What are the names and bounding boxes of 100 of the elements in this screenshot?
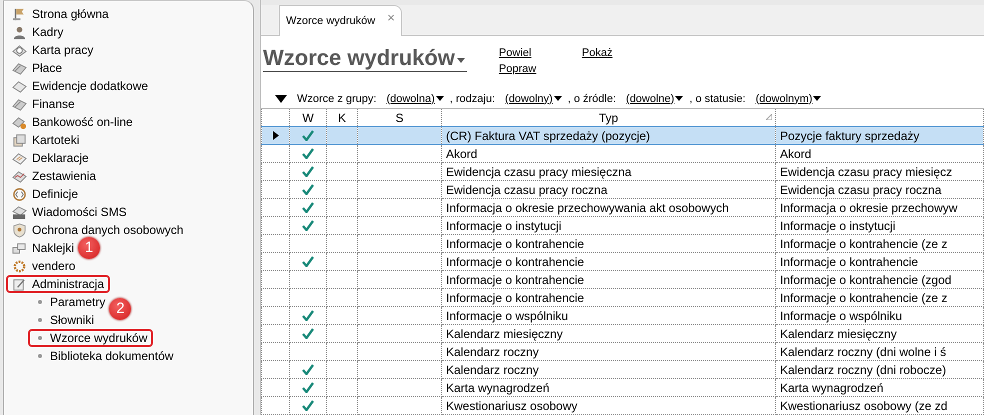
table-cell: Kalendarz roczny (dni wolne i ś [776,342,984,360]
table-cell: Ewidencja czasu pracy roczna [442,180,776,198]
checkbox-cell[interactable] [290,126,326,144]
table-row[interactable]: Informacje o kontrahencie Informacje o kontrahencie (zgod [262,270,984,288]
check-icon [302,184,314,195]
table-row[interactable]: Kwestionariusz osobowy Kwestionariusz osobowy (ze zd [262,396,984,414]
table-row[interactable]: Informacje o kontrahencie Informacje o kontrahencie [262,252,984,270]
table-cell: Kalendarz miesięczny [776,324,984,342]
sidebar-item[interactable]: Biblioteka dokumentów [28,347,180,365]
checkbox-cell[interactable] [290,180,326,198]
sidebar-item[interactable]: Bankowość on-line [6,113,139,131]
checkbox-cell[interactable] [290,234,326,252]
table-row[interactable]: Informacje o kontrahencie Informacje o kontrahencie (ze z [262,234,984,252]
check-icon [302,166,314,177]
checkbox-cell[interactable] [290,288,326,306]
column-header[interactable]: K [326,108,358,126]
sidebar-item[interactable]: Płace [6,59,68,77]
table-row[interactable]: Karta wynagrodzeń Karta wynagrodzeń [262,378,984,396]
checkbox-cell[interactable] [290,378,326,396]
checkbox-cell[interactable] [290,216,326,234]
sidebar-item[interactable]: Ewidencje dodatkowe [6,77,154,95]
checkbox-cell[interactable] [290,342,326,360]
table-row[interactable]: Informacje o wspólniku Informacje o wspólniku [262,306,984,324]
table-cell: Informacje o kontrahencie [442,288,776,306]
collapse-triangle-icon [275,94,287,103]
sidebar-item[interactable]: Strona główna [6,5,115,23]
sidebar-item[interactable]: Naklejki [6,239,80,257]
filter-label: , o źródle: [568,92,616,105]
sidebar-item[interactable]: Kartoteki [6,131,86,149]
sidebar-item[interactable]: Kadry [6,23,70,41]
table-cell: Kalendarz roczny [442,342,776,360]
sidebar-item[interactable]: Słowniki [28,311,100,329]
action-link[interactable]: Powiel [498,46,532,63]
table-row[interactable]: Ewidencja czasu pracy miesięczna Ewidencja czasu pracy miesięcz [262,162,984,180]
sort-icon [766,114,772,120]
table-cell: Kwestionariusz osobowy [442,396,776,414]
sidebar-item[interactable]: Ochrona danych osobowych [6,221,190,239]
page-title-dropdown[interactable]: Wzorce wydruków [263,46,467,72]
checkbox-cell[interactable] [290,396,326,414]
bullet-icon [38,318,42,322]
sidebar-item[interactable]: Wzorce wydruków [28,329,154,347]
table-cell: Informacje o kontrahencie [442,234,776,252]
table-cell: Ewidencja czasu pracy miesięczna [442,162,776,180]
sidebar-item[interactable]: Administracja [6,275,110,293]
bullet-icon [38,336,42,340]
gear-icon [12,258,27,274]
action-link[interactable]: Pokaż [582,46,612,63]
checkbox-cell[interactable] [290,324,326,342]
table-cell: Informacja o okresie przechowywania akt osobowych [442,198,776,216]
check-icon [302,220,314,231]
folders-icon [12,132,27,148]
filter-dropdown[interactable]: (dowolne) [626,92,684,105]
sidebar-item[interactable]: Wiadomości SMS [6,203,133,221]
table-row[interactable]: (CR) Faktura VAT sprzedaży (pozycje) Pozycje faktury sprzedaży [262,126,984,144]
sidebar-item[interactable]: Finanse [6,95,81,113]
checkbox-cell[interactable] [290,162,326,180]
close-icon[interactable]: × [387,10,395,25]
table-row[interactable]: Akord Akord [262,144,984,162]
table-cell: Informacje o kontrahencie [442,252,776,270]
sidebar-item[interactable]: Definicje [6,185,84,203]
table-cell: Pozycje faktury sprzedaży [776,126,984,144]
check-icon [302,202,314,213]
tab[interactable]: Wzorce wydruków × [279,4,402,36]
table-row[interactable]: Kalendarz roczny Kalendarz roczny (dni robocze) [262,360,984,378]
checkbox-cell[interactable] [290,360,326,378]
sidebar-item[interactable]: Zestawienia [6,167,102,185]
checkbox-cell[interactable] [290,144,326,162]
step-number-badge: 2 [109,298,132,320]
sidebar-item[interactable]: Deklaracje [6,149,95,167]
tab-label[interactable]: Wzorce wydruków [286,14,376,27]
filter-dropdown[interactable]: (dowolny) [505,92,562,105]
action-link[interactable]: Popraw [498,62,536,79]
person-icon [12,24,27,40]
sidebar-item[interactable]: Karta pracy [6,41,100,59]
row-pointer-icon [272,131,278,140]
column-header[interactable]: S [358,108,442,126]
table-row[interactable]: Kalendarz miesięczny Kalendarz miesięczny [262,324,984,342]
table-row[interactable]: Informacja o okresie przechowywania akt osobowych Informacja o okresie przechowyw [262,198,984,216]
checkbox-cell[interactable] [290,198,326,216]
table-row[interactable]: Informacje o instytucji Informacje o instytucji [262,216,984,234]
column-header[interactable]: W [290,108,326,126]
table-cell: Informacje o kontrahencie (ze z [776,288,984,306]
table-row[interactable]: Ewidencja czasu pracy roczna Ewidencja czasu pracy roczna [262,180,984,198]
filter-dropdown[interactable]: (dowolna) [386,92,444,105]
table-row[interactable]: Informacje o kontrahencie Informacje o kontrahencie (ze z [262,288,984,306]
filter-label: Wzorce z grupy: [297,92,376,105]
column-header[interactable]: Typ [442,108,776,126]
filter-dropdown[interactable]: (dowolnym) [756,92,822,105]
check-icon [302,328,314,339]
check-icon [302,364,314,375]
caret-icon [554,96,562,102]
checkbox-cell[interactable] [290,252,326,270]
step-number-badge: 1 [78,237,100,259]
checkbox-cell[interactable] [290,270,326,288]
sidebar-item[interactable]: Parametry [28,293,112,311]
checkbox-cell[interactable] [290,306,326,324]
table-cell: Informacje o wspólniku [442,306,776,324]
sidebar-item[interactable]: vendero [6,257,82,275]
table-row[interactable]: Kalendarz roczny Kalendarz roczny (dni wolne i ś [262,342,984,360]
document-icon [12,150,27,166]
